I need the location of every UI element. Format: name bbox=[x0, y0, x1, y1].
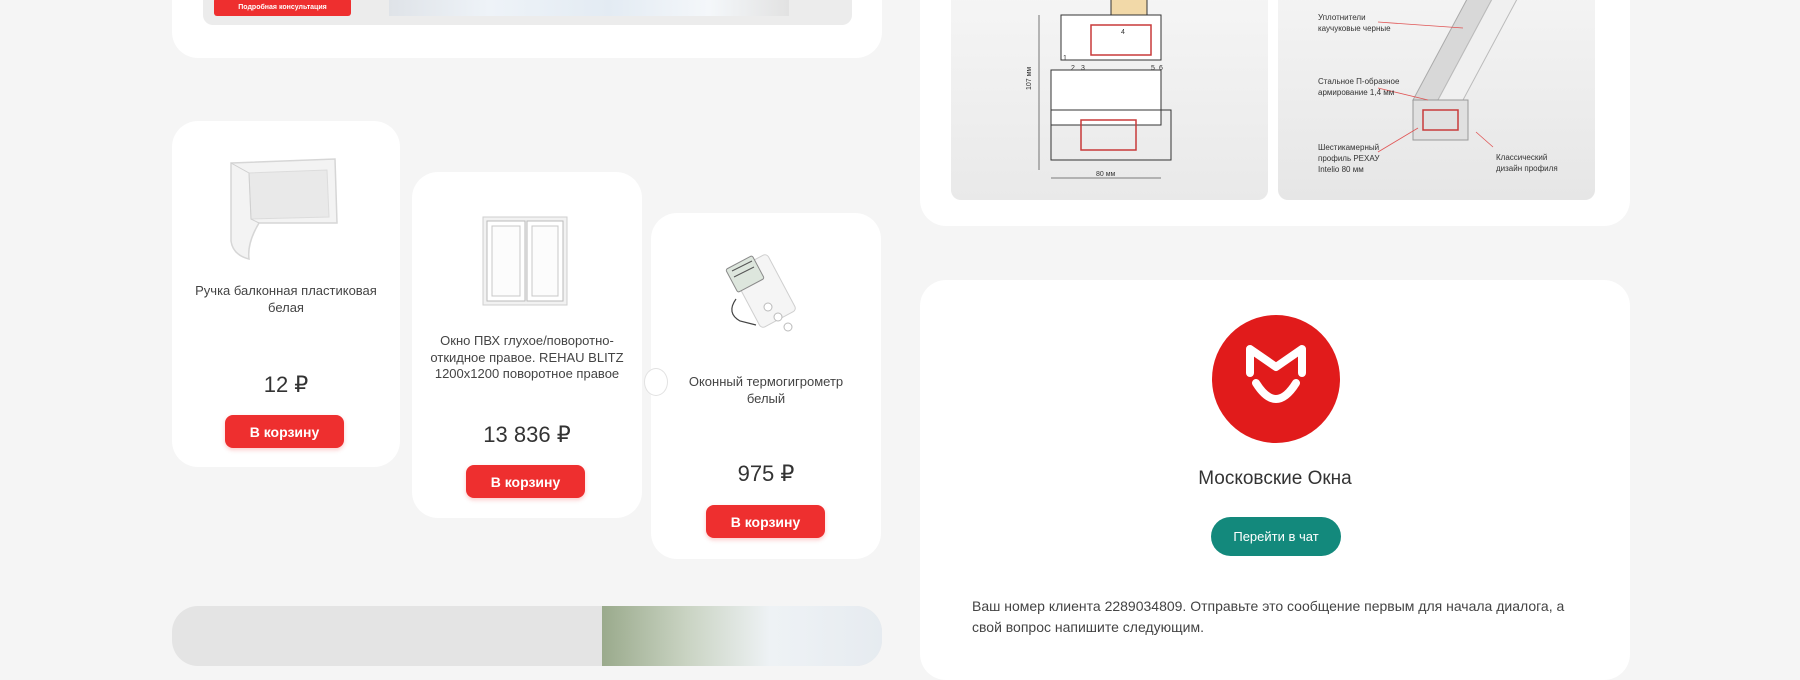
chamber-label: 5 bbox=[1151, 65, 1155, 72]
go-to-chat-button[interactable]: Перейти в чат bbox=[1211, 517, 1341, 556]
product-card-2: Окно ПВХ глухое/поворотно-откидное право… bbox=[412, 172, 642, 518]
width-dimension-label: 80 мм bbox=[1096, 171, 1116, 178]
bottom-banner-card bbox=[172, 606, 882, 666]
callout-reinforcement: Стальное П-образное армирование 1,4 мм bbox=[1318, 77, 1402, 97]
add-to-cart-button[interactable]: В корзину bbox=[706, 505, 825, 538]
callout-profile: Шестикамерный профиль РЕХАУ Intelio 80 м… bbox=[1318, 143, 1382, 174]
add-to-cart-button[interactable]: В корзину bbox=[466, 465, 585, 498]
carousel-arrow-icon[interactable]: chevron-left-right-icon bbox=[644, 368, 668, 396]
product-card-3: Оконный термогигрометр белый 975 ₽ В кор… bbox=[651, 213, 881, 559]
profile-3d-panel: Уплотнители каучуковые черные Стальное П… bbox=[1278, 0, 1595, 200]
product-price: 13 836 ₽ bbox=[483, 422, 571, 447]
profile-cross-section-panel: 107 мм 80 мм 1 2 3 4 5 6 bbox=[951, 0, 1268, 200]
profile-3d-drawing: Уплотнители каучуковые черные Стальное П… bbox=[1318, 0, 1558, 174]
height-dimension-label: 107 мм bbox=[1026, 67, 1033, 90]
profile-cross-section-drawing: 107 мм 80 мм 1 2 3 4 5 6 bbox=[1026, 0, 1172, 179]
chamber-label: 4 bbox=[1121, 29, 1125, 36]
chat-card: Московские Окна Перейти в чат Ваш номер … bbox=[920, 280, 1630, 680]
product-name[interactable]: Окно ПВХ глухое/поворотно-откидное право… bbox=[430, 333, 624, 383]
consultation-button[interactable]: Подробная консультация bbox=[214, 0, 351, 16]
callout-seals: Уплотнители каучуковые черные bbox=[1318, 13, 1391, 33]
window-image bbox=[482, 216, 568, 306]
company-name: Московские Окна bbox=[1198, 468, 1352, 489]
mts-logo-icon bbox=[1212, 315, 1340, 443]
balcony-handle-image bbox=[230, 158, 338, 260]
thermohygrometer-image bbox=[725, 254, 796, 332]
add-to-cart-button[interactable]: В корзину bbox=[225, 415, 344, 448]
product-card-1: Ручка балконная пластиковая белая 12 ₽ В… bbox=[172, 121, 400, 467]
profile-diagram-card: 107 мм 80 мм 1 2 3 4 5 6 Уплотнители кау… bbox=[920, 0, 1630, 226]
chamber-label: 1 bbox=[1063, 55, 1067, 62]
product-price: 975 ₽ bbox=[737, 461, 795, 486]
product-name[interactable]: Оконный термогигрометр белый bbox=[669, 374, 863, 407]
product-name[interactable]: Ручка балконная пластиковая белая bbox=[190, 283, 382, 316]
bottom-banner-image bbox=[602, 606, 882, 666]
chamber-label: 3 bbox=[1081, 65, 1085, 72]
promo-banner-image bbox=[389, 0, 789, 16]
product-price: 12 ₽ bbox=[263, 372, 309, 397]
chat-instruction-text: Ваш номер клиента 2289034809. Отправьте … bbox=[972, 598, 1565, 635]
chamber-label: 2 bbox=[1071, 65, 1075, 72]
promo-card: Подробная консультация bbox=[172, 0, 882, 58]
chamber-label: 6 bbox=[1159, 65, 1163, 72]
callout-design: Классический дизайн профиля bbox=[1496, 153, 1558, 173]
